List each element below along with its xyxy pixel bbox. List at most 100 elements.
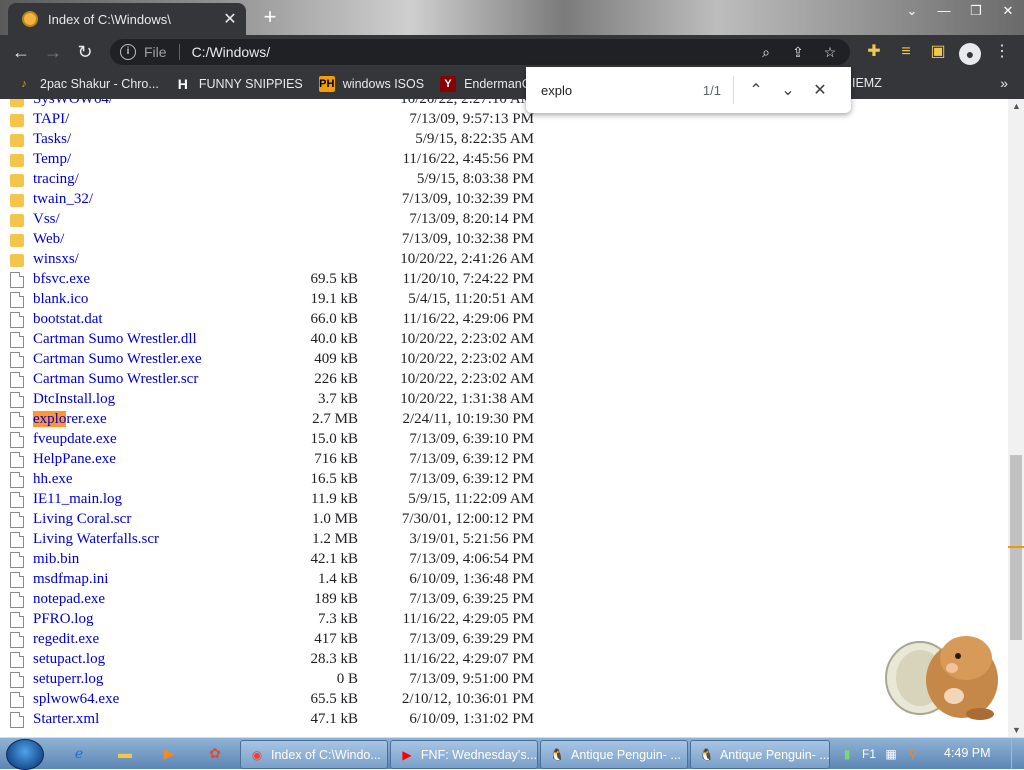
file-link[interactable]: HelpPane.exe xyxy=(33,451,116,468)
new-tab-button[interactable]: + xyxy=(258,6,282,30)
file-icon xyxy=(10,652,24,668)
file-link[interactable]: notepad.exe xyxy=(33,591,105,608)
taskbar-item-youtube[interactable]: ▶ FNF: Wednesday's... xyxy=(390,740,538,769)
bookmarks-overflow-icon[interactable]: » xyxy=(1000,75,1008,91)
tray-f1-icon[interactable]: F1 xyxy=(858,747,880,761)
file-link[interactable]: Web/ xyxy=(33,231,64,248)
file-link[interactable]: bfsvc.exe xyxy=(33,271,90,288)
file-link[interactable]: SysWOW64/ xyxy=(33,99,113,108)
file-link[interactable]: twain_32/ xyxy=(33,191,93,208)
tray-network-icon[interactable]: ▦ xyxy=(880,747,902,761)
file-link[interactable]: regedit.exe xyxy=(33,631,99,648)
file-link[interactable]: Temp/ xyxy=(33,151,71,168)
file-date: 11/20/10, 7:24:22 PM xyxy=(402,271,534,287)
file-explorer-icon[interactable]: ▬ xyxy=(116,745,134,761)
bookmark-item[interactable]: H FUNNY SNIPPIES xyxy=(175,76,303,92)
reload-button[interactable]: ↻ xyxy=(72,39,98,65)
app-quicklaunch-icon[interactable]: ✿ xyxy=(206,745,224,761)
file-link[interactable]: hh.exe xyxy=(33,471,73,488)
address-bar[interactable]: i File C:/Windows/ ⌕ ⇪ ☆ xyxy=(110,39,850,65)
file-icon xyxy=(10,692,24,708)
start-button[interactable] xyxy=(6,739,44,770)
vertical-scrollbar[interactable]: ▲ ▼ xyxy=(1008,99,1024,737)
file-link[interactable]: Living Coral.scr xyxy=(33,511,131,528)
profile-avatar-icon[interactable]: ● xyxy=(959,43,981,65)
ph-logo-icon: PH xyxy=(318,76,335,92)
file-link[interactable]: setuperr.log xyxy=(33,671,103,688)
file-link[interactable]: blank.ico xyxy=(33,291,88,308)
bookmark-item[interactable]: ♪ 2pac Shakur - Chro... xyxy=(16,76,159,92)
file-link[interactable]: tracing/ xyxy=(33,171,79,188)
file-link[interactable]: Cartman Sumo Wrestler.dll xyxy=(33,331,197,348)
extensions-puzzle-icon[interactable]: ✚ xyxy=(858,43,890,65)
file-size: 40.0 kB xyxy=(310,331,358,347)
find-in-page-icon[interactable]: ⌕ xyxy=(750,42,782,62)
window-controls: ⌄ — ❐ ✕ xyxy=(896,2,1024,22)
forward-button[interactable]: → xyxy=(40,39,66,65)
file-link[interactable]: Living Waterfalls.scr xyxy=(33,531,159,548)
file-link[interactable]: fveupdate.exe xyxy=(33,431,117,448)
file-link[interactable]: DtcInstall.log xyxy=(33,391,115,408)
tray-search-icon[interactable]: ⚲ xyxy=(902,747,924,761)
browser-tab[interactable]: Index of C:\Windows\ ✕ xyxy=(8,3,246,35)
share-icon[interactable]: ⇪ xyxy=(782,42,814,62)
file-link[interactable]: IE11_main.log xyxy=(33,491,122,508)
more-menu-icon[interactable]: ⋮ xyxy=(986,43,1018,65)
file-link[interactable]: Starter.xml xyxy=(33,711,99,728)
tray-lock-icon[interactable]: ▮ xyxy=(836,747,858,761)
file-link[interactable]: Cartman Sumo Wrestler.exe xyxy=(33,351,202,368)
media-queue-icon[interactable]: ≡ xyxy=(890,43,922,65)
scroll-down-icon[interactable]: ▼ xyxy=(1012,725,1021,735)
bookmark-item[interactable]: PH windows ISOS xyxy=(318,76,424,92)
file-link[interactable]: Tasks/ xyxy=(33,131,71,148)
tab-search-icon[interactable]: ⌄ xyxy=(896,2,928,22)
back-button[interactable]: ← xyxy=(8,39,34,65)
file-date: 2/24/11, 10:19:30 PM xyxy=(402,411,534,427)
file-link[interactable]: winsxs/ xyxy=(33,251,79,268)
internet-explorer-icon[interactable]: ℯ xyxy=(70,745,88,761)
file-link[interactable]: TAPI/ xyxy=(33,111,69,128)
find-close-icon[interactable]: ✕ xyxy=(804,80,836,100)
file-link[interactable]: msdfmap.ini xyxy=(33,571,108,588)
file-date: 10/20/22, 2:23:02 AM xyxy=(400,331,534,347)
listing-row: Starter.xml 47.1 kB 6/10/09, 1:31:02 PM xyxy=(0,710,1008,730)
find-input[interactable]: explo xyxy=(541,83,691,98)
taskbar-item-penguin[interactable]: 🐧 Antique Penguin- ... xyxy=(690,740,830,769)
file-link[interactable]: mib.bin xyxy=(33,551,79,568)
bookmark-label-partial[interactable]: IEMZ xyxy=(852,76,882,90)
find-previous-icon[interactable]: ⌃ xyxy=(740,80,772,100)
info-icon[interactable]: i xyxy=(120,44,136,60)
file-link[interactable]: PFRO.log xyxy=(33,611,93,628)
file-date: 7/13/09, 9:51:00 PM xyxy=(409,671,534,687)
minimize-button[interactable]: — xyxy=(928,2,960,22)
file-link[interactable]: setupact.log xyxy=(33,651,105,668)
side-panel-icon[interactable]: ▣ xyxy=(922,43,954,65)
tab-close-icon[interactable]: ✕ xyxy=(220,9,240,29)
listing-row: msdfmap.ini 1.4 kB 6/10/09, 1:36:48 PM xyxy=(0,570,1008,590)
file-link[interactable]: splwow64.exe xyxy=(33,691,119,708)
media-player-icon[interactable]: ▶ xyxy=(160,745,178,761)
close-window-button[interactable]: ✕ xyxy=(992,2,1024,22)
listing-row: Web/7/13/09, 10:32:38 PM xyxy=(0,230,1008,250)
file-date: 11/16/22, 4:29:07 PM xyxy=(402,651,534,667)
taskbar-item-chrome[interactable]: ◉ Index of C:\Windo... xyxy=(240,740,388,769)
show-desktop-button[interactable] xyxy=(1011,738,1024,769)
file-size: 1.0 MB xyxy=(312,511,358,527)
find-next-icon[interactable]: ⌄ xyxy=(772,80,804,100)
file-date: 10/20/22, 2:27:10 AM xyxy=(400,99,534,107)
bookmark-star-icon[interactable]: ☆ xyxy=(814,42,846,62)
file-link[interactable]: bootstat.dat xyxy=(33,311,103,328)
taskbar-item-penguin[interactable]: 🐧 Antique Penguin- ... xyxy=(540,740,688,769)
directory-listing: SysWOW64/ 10/20/22, 2:27:10 AM TAPI/7/13… xyxy=(0,99,1008,737)
url-text[interactable]: C:/Windows/ xyxy=(192,44,271,60)
restore-button[interactable]: ❐ xyxy=(960,2,992,22)
find-match-count: 1/1 xyxy=(702,82,721,98)
file-date: 6/10/09, 1:36:48 PM xyxy=(409,571,534,587)
scroll-up-icon[interactable]: ▲ xyxy=(1012,101,1021,111)
bookmarks-bar: ♪ 2pac Shakur - Chro... H FUNNY SNIPPIES… xyxy=(0,69,1024,99)
file-link[interactable]: Cartman Sumo Wrestler.scr xyxy=(33,371,198,388)
file-link[interactable]: explorer.exe xyxy=(33,411,107,428)
file-link[interactable]: Vss/ xyxy=(33,211,60,228)
find-bar: explo 1/1 ⌃ ⌄ ✕ xyxy=(526,67,851,113)
taskbar-clock[interactable]: 4:49 PM xyxy=(944,746,991,760)
